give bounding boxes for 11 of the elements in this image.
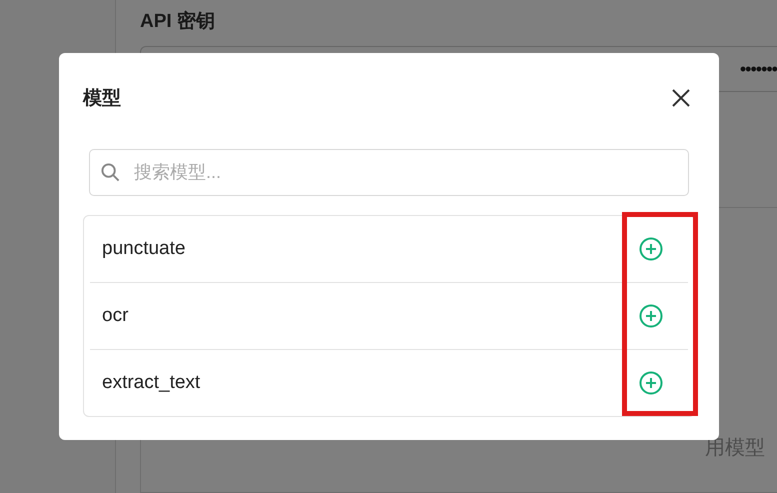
model-name: punctuate [102,238,186,260]
search-icon [101,163,120,182]
field-label: API 密钥 [140,10,216,34]
dialog-title: 模型 [83,87,121,111]
model-name: ocr [102,305,128,327]
add-icon[interactable] [639,371,663,395]
add-icon[interactable] [639,304,663,328]
close-icon[interactable] [671,88,691,108]
search-field[interactable]: 搜索模型... [89,149,689,196]
add-icon[interactable] [639,237,663,261]
model-name: extract_text [102,372,200,394]
